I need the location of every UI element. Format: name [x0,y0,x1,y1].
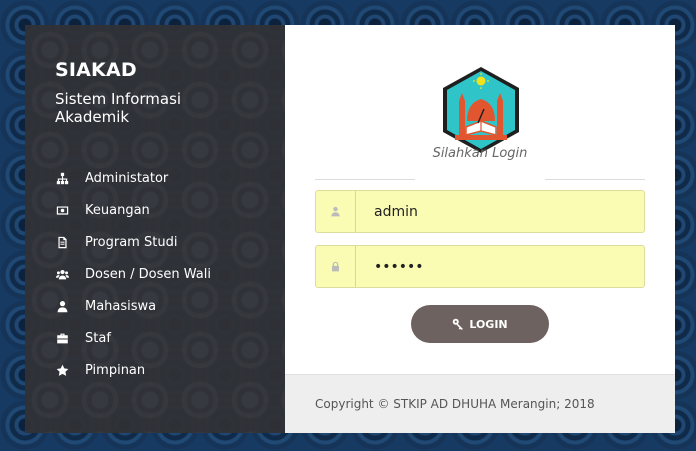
sidebar: SIAKAD Sistem Informasi Akademik Adminis… [25,25,285,433]
divider-left [315,179,415,180]
sidebar-item-label: Dosen / Dosen Wali [85,266,211,282]
app-title: SIAKAD [55,59,137,81]
sidebar-menu: Administator Keuangan Program Studi Dose… [55,162,255,386]
sidebar-item-staf[interactable]: Staf [55,322,255,354]
file-icon [55,235,69,249]
sidebar-item-keuangan[interactable]: Keuangan [55,194,255,226]
sidebar-item-administator[interactable]: Administator [55,162,255,194]
sidebar-item-label: Program Studi [85,234,178,250]
login-title: Silahkan Login [432,146,528,161]
money-icon [55,203,69,217]
users-icon [55,267,69,281]
sidebar-item-pimpinan[interactable]: Pimpinan [55,354,255,386]
sidebar-item-label: Pimpinan [85,362,146,378]
sidebar-item-label: Mahasiswa [85,298,157,314]
star-icon [55,363,69,377]
login-button-label: LOGIN [469,317,508,331]
sidebar-item-dosen[interactable]: Dosen / Dosen Wali [55,258,255,290]
user-icon [316,191,356,232]
divider-right [545,179,645,180]
footer: Copyright © STKIP AD DHUHA Merangin; 201… [285,374,675,433]
sidebar-item-label: Keuangan [85,202,150,218]
password-input[interactable] [372,257,626,276]
login-form-area: Silahkan Login LOGIN Copyright © STKIP A… [285,25,675,433]
sidebar-item-program-studi[interactable]: Program Studi [55,226,255,258]
sitemap-icon [55,171,69,185]
username-field [315,190,645,233]
lock-icon [316,246,356,287]
app-subtitle: Sistem Informasi Akademik [55,90,182,126]
sidebar-item-mahasiswa[interactable]: Mahasiswa [55,290,255,322]
username-input[interactable] [372,202,626,221]
key-icon [453,318,464,330]
sidebar-item-label: Administator [85,170,169,186]
briefcase-icon [55,331,69,345]
copyright-text: Copyright © STKIP AD DHUHA Merangin; 201… [315,397,595,411]
password-field [315,245,645,288]
login-panel: SIAKAD Sistem Informasi Akademik Adminis… [25,25,675,433]
login-button[interactable]: LOGIN [411,305,549,343]
user-icon [55,299,69,313]
institution-logo [443,67,519,153]
sidebar-item-label: Staf [85,330,111,346]
